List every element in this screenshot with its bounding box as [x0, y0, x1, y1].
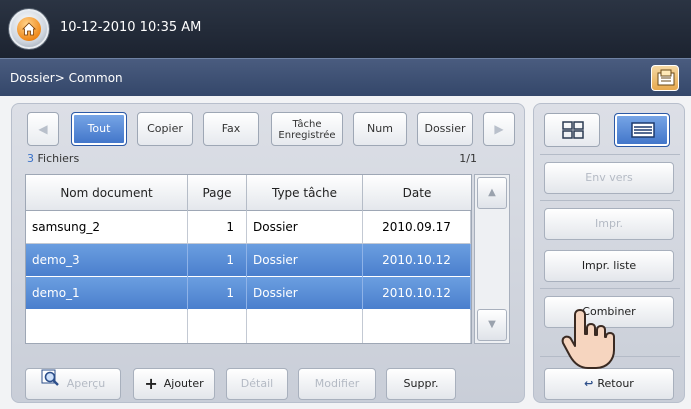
grid-view-button[interactable] [544, 113, 600, 147]
filter-tache-line2: Enregistrée [278, 130, 336, 141]
preview-button[interactable]: Aperçu [25, 368, 121, 400]
cell-name [26, 310, 188, 343]
divider [540, 200, 680, 201]
column-header-page[interactable]: Page [188, 175, 247, 211]
cell-page [188, 310, 247, 343]
filter-tache-line1: Tâche [292, 119, 322, 130]
cell-type: Dossier [247, 244, 363, 277]
back-label: Retour [597, 377, 634, 390]
file-count: 3 [27, 152, 34, 165]
column-header-name[interactable]: Nom document [26, 175, 188, 211]
filter-next-button[interactable]: ▶ [483, 112, 515, 146]
cell-date [363, 310, 471, 343]
hand-pointer-icon [561, 309, 615, 369]
list-view-button[interactable] [614, 113, 670, 147]
cell-date: 2010.10.12 [363, 244, 471, 277]
print-list-button[interactable]: Impr. liste [544, 250, 674, 282]
document-settings-icon [657, 69, 675, 86]
list-view-icon [631, 122, 655, 138]
filter-num-button[interactable]: Num [353, 112, 407, 146]
send-to-button[interactable]: Env vers [544, 162, 674, 194]
cell-date: 2010.10.12 [363, 277, 471, 310]
filter-prev-button[interactable]: ◀ [27, 112, 59, 146]
detail-button[interactable]: Détail [226, 368, 288, 400]
file-count-label: Fichiers [37, 152, 80, 165]
file-count-line: 3 Fichiers 1/1 [27, 152, 477, 165]
print-button[interactable]: Impr. [544, 208, 674, 240]
table-header: Nom document Page Type tâche Date [26, 175, 471, 211]
table-row-empty [26, 310, 471, 343]
table-row[interactable]: samsung_2 1 Dossier 2010.09.17 [26, 211, 471, 244]
datetime-text: 10-12-2010 10:35 AM [60, 20, 202, 35]
modify-button[interactable]: Modifier [298, 368, 376, 400]
top-bar: 10-12-2010 10:35 AM [0, 0, 691, 58]
file-list-panel: ◀ Tout Copier Fax Tâche Enregistrée Num … [11, 103, 525, 403]
scroll-down-button[interactable]: ▼ [477, 309, 507, 341]
table-row[interactable]: demo_1 1 Dossier 2010.10.12 [26, 277, 471, 310]
cell-type [247, 310, 363, 343]
preview-label: Aperçu [66, 377, 106, 390]
filter-copier-button[interactable]: Copier [137, 112, 193, 146]
plus-icon: + [144, 374, 158, 393]
page-indicator: 1/1 [459, 152, 477, 165]
cell-name: demo_3 [26, 244, 188, 277]
filter-tout-button[interactable]: Tout [71, 112, 127, 146]
breadcrumb: Dossier> Common [10, 71, 123, 85]
table-row[interactable]: demo_3 1 Dossier 2010.10.12 [26, 244, 471, 277]
cell-name: demo_1 [26, 277, 188, 310]
add-button[interactable]: + Ajouter [133, 368, 215, 400]
cell-date: 2010.09.17 [363, 211, 471, 244]
column-header-date[interactable]: Date [363, 175, 471, 211]
home-icon [17, 17, 41, 41]
home-button[interactable] [9, 9, 49, 49]
document-settings-button[interactable] [651, 65, 679, 91]
add-label: Ajouter [163, 377, 204, 390]
filter-fax-button[interactable]: Fax [203, 112, 259, 146]
divider [540, 154, 680, 155]
back-arrow-icon: ↩ [584, 377, 594, 390]
cell-type: Dossier [247, 277, 363, 310]
back-button[interactable]: ↩ Retour [544, 368, 674, 400]
magnifier-icon [41, 369, 61, 399]
scroll-up-button[interactable]: ▲ [477, 177, 507, 209]
filter-tache-enregistree-button[interactable]: Tâche Enregistrée [271, 112, 343, 146]
cell-page: 1 [188, 244, 247, 277]
cell-page: 1 [188, 211, 247, 244]
grid-view-icon [562, 121, 584, 139]
table-scrollbar[interactable]: ▲ ▼ [474, 174, 510, 344]
cell-name: samsung_2 [26, 211, 188, 244]
path-bar: Dossier> Common [0, 58, 691, 96]
column-header-type[interactable]: Type tâche [247, 175, 363, 211]
file-table: Nom document Page Type tâche Date samsun… [25, 174, 472, 344]
delete-button[interactable]: Suppr. [386, 368, 456, 400]
cell-page: 1 [188, 277, 247, 310]
divider [540, 288, 680, 289]
filter-dossier-button[interactable]: Dossier [417, 112, 473, 146]
cell-type: Dossier [247, 211, 363, 244]
